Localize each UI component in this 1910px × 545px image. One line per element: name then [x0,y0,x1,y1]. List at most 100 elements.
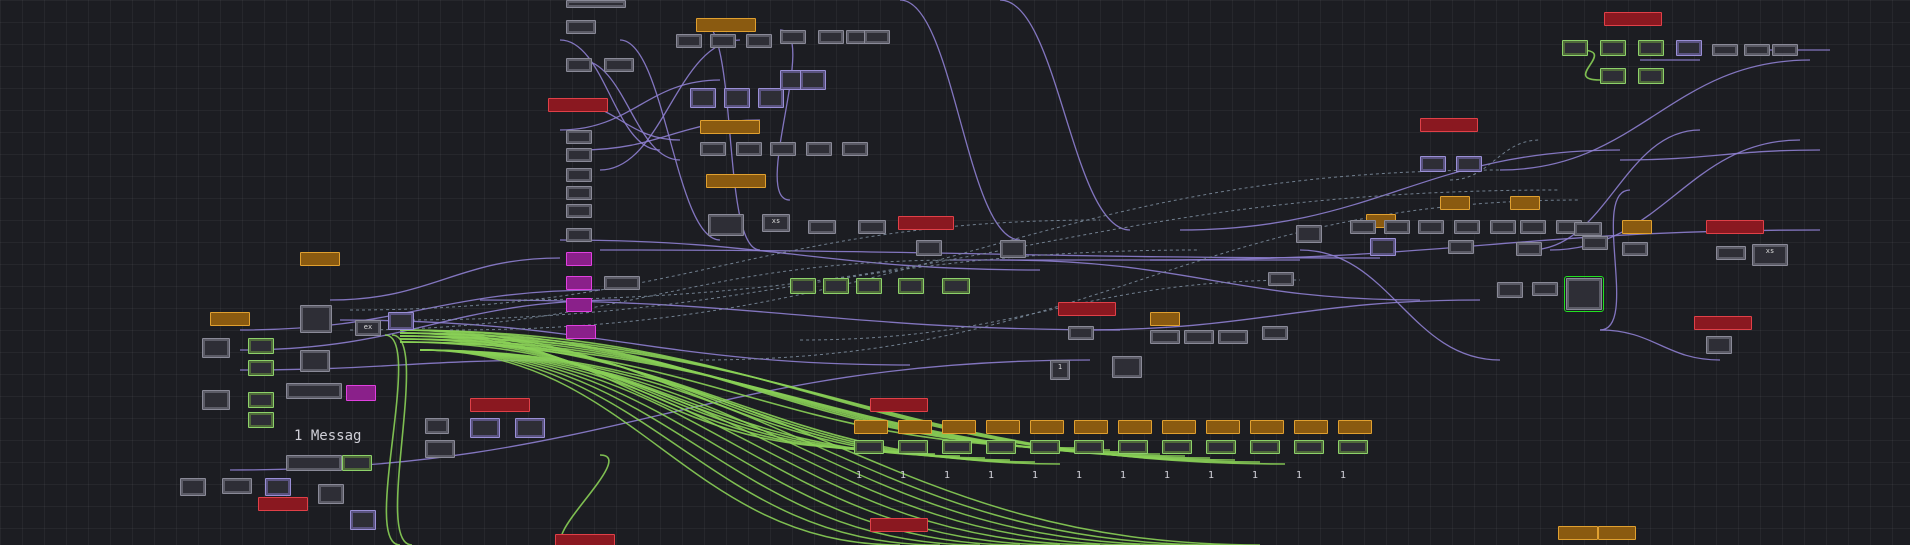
dat-node[interactable] [346,385,376,401]
chop-node[interactable] [1600,40,1626,56]
chop-node[interactable] [1716,246,1746,260]
error-node[interactable] [548,98,608,112]
error-node[interactable] [1420,118,1478,132]
parameter-node[interactable] [1074,420,1108,434]
chop-node[interactable] [1112,356,1142,378]
chop-node[interactable] [898,278,924,294]
chop-node[interactable] [1294,440,1324,454]
chop-node[interactable] [800,70,826,90]
chop-node[interactable] [1744,44,1770,56]
parameter-node[interactable] [1206,420,1240,434]
text-node[interactable]: xs [762,214,790,232]
dat-node[interactable] [566,0,626,8]
chop-node[interactable] [1184,330,1214,344]
parameter-node[interactable] [1030,420,1064,434]
text-node[interactable]: ex [355,320,381,336]
chop-node[interactable] [248,392,274,408]
chop-node[interactable] [1516,242,1542,256]
dat-node[interactable] [566,148,592,162]
dat-node[interactable] [566,130,592,144]
dat-node[interactable] [566,228,592,242]
chop-node[interactable] [736,142,762,156]
chop-node[interactable] [470,418,500,438]
chop-node[interactable] [854,440,884,454]
parameter-node[interactable] [696,18,756,32]
chop-node[interactable] [676,34,702,48]
chop-node[interactable] [1638,68,1664,84]
error-node[interactable] [1706,220,1764,234]
error-node[interactable] [1604,12,1662,26]
chop-node[interactable] [1150,330,1180,344]
chop-node[interactable] [916,240,942,256]
chop-node[interactable] [746,34,772,48]
chop-node[interactable] [898,440,928,454]
chop-node[interactable] [1454,220,1480,234]
error-node[interactable] [898,216,954,230]
chop-node[interactable] [790,278,816,294]
parameter-node[interactable] [300,252,340,266]
chop-node[interactable] [1582,236,1608,250]
dat-node[interactable] [566,58,592,72]
chop-node[interactable] [1250,440,1280,454]
error-node[interactable] [1058,302,1116,316]
chop-node[interactable] [690,88,716,108]
base-node[interactable] [202,390,230,410]
parameter-node[interactable] [1510,196,1540,210]
chop-node[interactable] [1497,282,1523,298]
chop-node[interactable] [823,278,849,294]
chop-node[interactable] [942,440,972,454]
dat-node[interactable] [286,383,342,399]
chop-node[interactable] [1384,220,1410,234]
base-node[interactable] [202,338,230,358]
dat-node[interactable] [566,252,592,266]
chop-node[interactable] [265,478,291,496]
chop-node[interactable] [1622,242,1648,256]
error-node[interactable] [555,534,615,545]
text-node[interactable]: 1 [1050,360,1070,380]
chop-node[interactable] [856,278,882,294]
script-node[interactable] [286,455,342,471]
dat-node[interactable] [566,186,592,200]
chop-node[interactable] [1268,272,1294,286]
parameter-node[interactable] [1440,196,1470,210]
chop-node[interactable] [1490,220,1516,234]
dat-node[interactable] [604,276,640,290]
network-editor-canvas[interactable]: ex xs xs 1 1 Messag 1 1 1 1 1 1 1 1 1 1 1 1 [0,0,1910,545]
chop-node[interactable] [342,455,372,471]
parameter-node[interactable] [706,174,766,188]
selected-comp-node[interactable] [1564,276,1604,312]
chop-node[interactable] [1600,68,1626,84]
chop-node[interactable] [1420,156,1446,172]
chop-node[interactable] [1206,440,1236,454]
comp-node[interactable] [300,305,332,333]
chop-node[interactable] [1532,282,1558,296]
chop-node[interactable] [425,418,449,434]
chop-node[interactable] [1638,40,1664,56]
message-text-node[interactable]: 1 Messag [294,428,361,444]
error-node[interactable] [258,497,308,511]
chop-node[interactable] [1706,336,1732,354]
parameter-node[interactable] [1294,420,1328,434]
parameter-node[interactable] [700,120,760,134]
chop-node[interactable] [864,30,890,44]
base-node[interactable] [222,478,252,494]
chop-node[interactable] [1574,222,1602,236]
chop-node[interactable] [248,338,274,354]
error-node[interactable] [870,518,928,532]
chop-node[interactable] [1296,225,1322,243]
chop-node[interactable] [1418,220,1444,234]
parameter-node[interactable] [854,420,888,434]
chop-node[interactable] [248,412,274,428]
chop-node[interactable] [758,88,784,108]
parameter-node[interactable] [1598,526,1636,540]
parameter-node[interactable] [1150,312,1180,326]
chop-node[interactable] [986,440,1016,454]
text-node[interactable]: xs [1752,244,1788,266]
chop-node[interactable] [710,34,736,48]
chop-node[interactable] [1074,440,1104,454]
chop-node[interactable] [1162,440,1192,454]
chop-node[interactable] [770,142,796,156]
chop-node[interactable] [1520,220,1546,234]
chop-node[interactable] [1218,330,1248,344]
parameter-node[interactable] [210,312,250,326]
